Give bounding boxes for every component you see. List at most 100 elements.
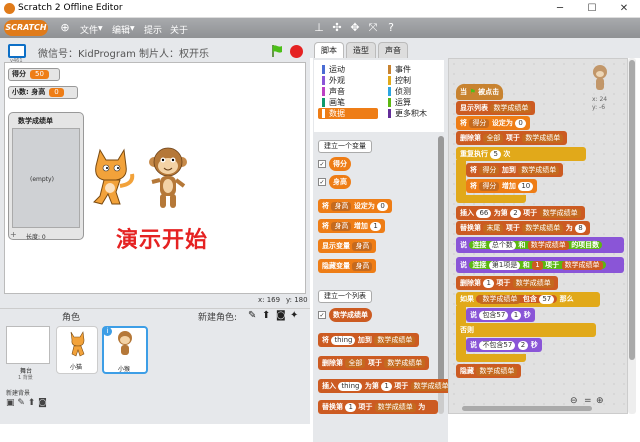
tab-sounds[interactable]: 声音: [378, 42, 408, 58]
else-label: 否则: [456, 323, 596, 337]
delete-of-list-block[interactable]: 删除第 全部 项于 数学成绩单: [318, 356, 430, 370]
var-block-height[interactable]: 身高: [329, 175, 351, 189]
say-not-contains-block[interactable]: 说 不包含57 2 秒: [466, 338, 542, 352]
cat-data[interactable]: 数据: [318, 108, 378, 119]
hat-flag-block[interactable]: 当 ⚑ 被点击: [456, 84, 504, 100]
if-else-block[interactable]: 如果 数学成绩单 包含 57 那么: [456, 292, 600, 307]
hide-var-block[interactable]: 隐藏变量 身高: [318, 259, 377, 273]
sprite-name-monkey: 小猴: [118, 366, 131, 373]
menu-file[interactable]: 文件: [80, 23, 98, 36]
upload-sprite-icon[interactable]: ⬆: [262, 310, 270, 321]
tab-costumes[interactable]: 造型: [346, 42, 376, 58]
hide-list-block[interactable]: 隐藏 数学成绩单: [456, 364, 522, 378]
say-count-block[interactable]: 说 连接 总个数 和 数学成绩单 的项目数: [456, 237, 624, 253]
scissors-icon[interactable]: ✣: [330, 21, 344, 35]
categories-left: 运动 外观 声音 画笔 数据: [314, 64, 378, 119]
stamp-icon[interactable]: ⊥: [312, 21, 326, 35]
cat-sprite[interactable]: [88, 146, 138, 212]
list-length: 长度: 0: [26, 234, 46, 241]
paint-sprite-icon[interactable]: ✎: [248, 310, 256, 321]
stop-icon[interactable]: [290, 45, 303, 58]
sprite-thumb-cat: [66, 330, 90, 358]
insert-block[interactable]: 插入 66 为第 2 项于 数学成绩单: [456, 206, 585, 220]
cat-pen[interactable]: 画笔: [314, 97, 378, 108]
list-add-button[interactable]: +: [10, 230, 17, 239]
repeat-block[interactable]: 重复执行 5 次: [456, 147, 586, 161]
score-monitor: 得分 50: [8, 68, 60, 81]
new-backdrop-label: 新建背景: [6, 390, 31, 397]
insert-list-block[interactable]: 插入 thing 为第 1 项于 数学成绩单: [318, 379, 456, 393]
menu-about[interactable]: 关于: [170, 23, 188, 36]
scratch-logo[interactable]: SCRATCH: [4, 20, 48, 36]
window-title: Scratch 2 Offline Editor: [18, 3, 123, 13]
camera-icon[interactable]: ◙: [276, 310, 286, 321]
make-list-button[interactable]: 建立一个列表: [318, 290, 372, 303]
minimize-button[interactable]: ─: [544, 0, 576, 18]
cat-sound[interactable]: 声音: [314, 86, 378, 97]
say-first-block[interactable]: 说 连接 第1项是 和 1 项于 数学成绩单: [456, 257, 624, 273]
sprite-corner-y: y: -6: [592, 104, 606, 111]
zoom-in-icon[interactable]: ⊕: [596, 396, 604, 406]
replace-block[interactable]: 替换第 末尾 项于 数学成绩单 为 8: [456, 221, 590, 235]
add-score-block[interactable]: 将 得分 加到 数学成绩单: [466, 163, 564, 177]
show-list-block[interactable]: 显示列表 数学成绩单: [456, 101, 536, 115]
list-check[interactable]: ✓: [318, 311, 326, 319]
if-foot: [456, 354, 526, 362]
var-check-2[interactable]: ✓: [318, 178, 326, 186]
delete-first-block[interactable]: 删除第 1 项于 数学成绩单: [456, 276, 558, 290]
menu-edit[interactable]: 编辑: [112, 23, 130, 36]
script-hscrollbar-thumb[interactable]: [462, 406, 592, 411]
make-variable-button[interactable]: 建立一个变量: [318, 140, 372, 153]
cat-motion[interactable]: 运动: [314, 64, 378, 75]
info-icon[interactable]: i: [103, 327, 112, 336]
globe-icon[interactable]: ⊕: [58, 21, 72, 35]
change-var-block[interactable]: 将 身高 增加 1: [318, 219, 385, 233]
stage-thumb-sub: 1 背景: [18, 375, 33, 381]
new-sprite-label: 新建角色:: [198, 313, 238, 323]
cat-operators[interactable]: 运算: [380, 97, 444, 108]
change-score-block[interactable]: 将 得分 增加 10: [466, 179, 538, 193]
set-var-block[interactable]: 将 身高 设定为 0: [318, 199, 392, 213]
replace-list-block[interactable]: 替换第 1 项于 数学成绩单 为: [318, 400, 438, 414]
script-vscrollbar-thumb[interactable]: [629, 60, 635, 360]
palette-scrollbar-thumb[interactable]: [438, 136, 444, 386]
repeat-arm: [456, 160, 466, 196]
tab-scripts[interactable]: 脚本: [314, 42, 344, 58]
decimal-value: 0: [49, 88, 64, 97]
help-icon[interactable]: ?: [384, 21, 398, 35]
delete-all-block[interactable]: 删除第 全部 项于 数学成绩单: [456, 131, 568, 145]
add-to-list-block[interactable]: 将 thing 加到 数学成绩单: [318, 333, 420, 347]
close-button[interactable]: ✕: [608, 0, 640, 18]
sprites-label: 角色: [62, 313, 81, 323]
show-var-block[interactable]: 显示变量 身高: [318, 239, 377, 253]
shrink-icon[interactable]: ⤧: [366, 21, 380, 35]
list-reporter-block[interactable]: 数学成绩单: [329, 308, 372, 322]
stage-thumb[interactable]: [6, 326, 50, 364]
backdrop-tools-icon[interactable]: ▣ ✎ ⬆ ◙: [6, 398, 47, 408]
fullscreen-icon[interactable]: [8, 44, 26, 58]
stage-title: 微信号：KidProgram 制片人：权开乐: [38, 49, 210, 60]
zoom-reset-icon[interactable]: =: [584, 396, 592, 406]
cat-control[interactable]: 控制: [380, 75, 444, 86]
say-contains-block[interactable]: 说 包含57 1 秒: [466, 308, 535, 322]
set-score-block[interactable]: 将 得分 设定为 0: [456, 116, 530, 130]
monkey-sprite[interactable]: [148, 146, 188, 212]
cat-sensing[interactable]: 侦测: [380, 86, 444, 97]
zoom-out-icon[interactable]: ⊖: [570, 396, 578, 406]
grow-icon[interactable]: ✥: [348, 21, 362, 35]
library-sprite-icon[interactable]: ✦: [290, 310, 298, 321]
var-block-score[interactable]: 得分: [329, 157, 351, 171]
cat-looks[interactable]: 外观: [314, 75, 378, 86]
green-flag-icon[interactable]: [270, 44, 284, 58]
coords-y: y: 180: [286, 296, 308, 304]
cat-more-blocks[interactable]: 更多积木: [380, 108, 444, 119]
menu-tips[interactable]: 提示: [144, 23, 162, 36]
list-empty: (empty): [30, 176, 54, 183]
sprite-name-cat: 小猫: [70, 364, 83, 371]
sprite-corner-x: x: 24: [592, 96, 608, 103]
demo-text: 演示开始: [116, 228, 209, 253]
menu-file-arrow-icon: ▼: [98, 25, 103, 32]
cat-events[interactable]: 事件: [380, 64, 444, 75]
var-check-1[interactable]: ✓: [318, 160, 326, 168]
maximize-button[interactable]: ☐: [576, 0, 608, 18]
